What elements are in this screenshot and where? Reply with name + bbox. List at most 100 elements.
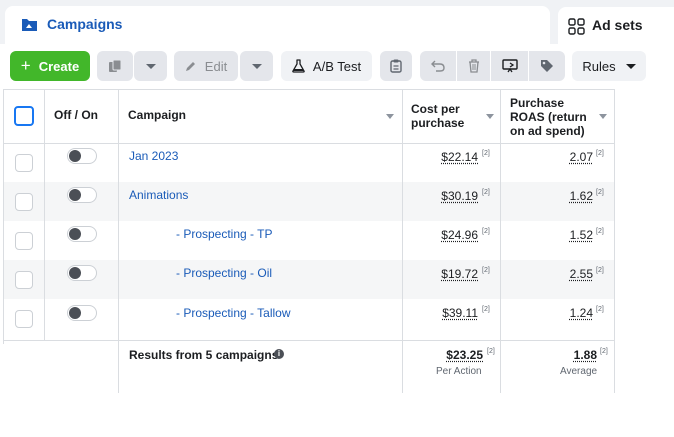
cost-per-purchase-value[interactable]: $39.11 xyxy=(442,306,478,320)
undo-icon xyxy=(431,60,445,72)
row-stripe xyxy=(3,182,615,221)
select-all-checkbox[interactable] xyxy=(14,106,34,126)
header-cost-line-1: Cost per xyxy=(411,102,460,116)
total-roas-value[interactable]: 1.88 xyxy=(574,348,597,362)
clipboard-button[interactable] xyxy=(380,51,412,81)
header-purchase-roas[interactable]: Purchase ROAS (return on ad spend) xyxy=(510,96,587,138)
header-cost-per-purchase[interactable]: Cost per purchase xyxy=(411,102,464,130)
delete-button[interactable] xyxy=(457,51,490,81)
row-checkbox[interactable] xyxy=(15,271,33,289)
footnote-ref: [2] xyxy=(482,267,490,274)
divider xyxy=(614,89,615,393)
cost-per-purchase-value[interactable]: $19.72 xyxy=(441,267,478,281)
row-checkbox[interactable] xyxy=(15,193,33,211)
create-button-label: Create xyxy=(38,58,80,74)
plus-icon: + xyxy=(20,56,31,75)
trash-icon xyxy=(468,59,479,73)
header-off-on: Off / On xyxy=(54,108,98,122)
chevron-down-icon xyxy=(251,63,262,69)
tab-campaigns-label: Campaigns xyxy=(47,16,123,32)
row-checkbox[interactable] xyxy=(15,310,33,328)
campaigns-panel: + Create Edit A/B Test Rules Off / On Ca… xyxy=(0,44,674,437)
divider xyxy=(3,89,4,344)
rules-button-label: Rules xyxy=(582,58,616,74)
info-icon[interactable]: i xyxy=(274,349,284,359)
roas-value[interactable]: 1.52 xyxy=(570,228,593,242)
roas-value[interactable]: 1.62 xyxy=(570,189,593,203)
toggle-knob xyxy=(69,150,81,162)
cost-per-purchase-value[interactable]: $24.96 xyxy=(441,228,478,242)
edit-dropdown-button[interactable] xyxy=(240,51,273,81)
divider xyxy=(118,89,119,393)
campaign-toggle[interactable] xyxy=(67,305,97,321)
campaign-name-link[interactable]: - Prospecting - Oil xyxy=(176,266,272,280)
campaign-name-link[interactable]: - Prospecting - TP xyxy=(176,227,272,241)
tab-ad-sets[interactable]: Ad sets xyxy=(558,7,674,45)
roas-value[interactable]: 2.55 xyxy=(570,267,593,281)
campaign-name-link[interactable]: Jan 2023 xyxy=(129,149,178,163)
cost-per-purchase-value[interactable]: $22.14 xyxy=(441,150,478,164)
footnote-ref: [2] xyxy=(596,189,604,196)
campaign-toggle[interactable] xyxy=(67,226,97,242)
header-campaign[interactable]: Campaign xyxy=(128,108,186,122)
footnote-ref: [2] xyxy=(487,348,495,355)
footnote-ref: [2] xyxy=(596,228,604,235)
total-cost-value[interactable]: $23.25 xyxy=(446,348,483,362)
pencil-icon xyxy=(185,62,195,71)
toggle-knob xyxy=(69,228,81,240)
footnote-ref: [2] xyxy=(596,150,604,157)
tab-ad-sets-label: Ad sets xyxy=(592,17,643,33)
folder-icon xyxy=(22,19,37,31)
toggle-knob xyxy=(69,307,81,319)
toggle-knob xyxy=(69,267,81,279)
divider xyxy=(3,89,615,90)
divider xyxy=(3,340,615,341)
edit-button[interactable]: Edit xyxy=(174,51,238,81)
preview-button[interactable] xyxy=(491,51,528,81)
create-button[interactable]: + Create xyxy=(10,51,90,81)
roas-value[interactable]: 1.24 xyxy=(570,306,593,320)
toggle-knob xyxy=(69,189,81,201)
divider xyxy=(500,89,501,393)
campaign-name-link[interactable]: - Prospecting - Tallow xyxy=(176,306,291,320)
header-roas-line-3: on ad spend) xyxy=(510,124,585,138)
footnote-ref: [2] xyxy=(482,150,490,157)
divider xyxy=(402,89,403,393)
footnote-ref: [2] xyxy=(482,306,490,313)
header-roas-line-2: ROAS (return xyxy=(510,110,587,124)
campaign-toggle[interactable] xyxy=(67,265,97,281)
ab-test-button[interactable]: A/B Test xyxy=(281,51,372,81)
divider xyxy=(44,89,45,341)
edit-button-label: Edit xyxy=(204,58,228,74)
cost-per-purchase-value[interactable]: $30.19 xyxy=(441,189,478,203)
totals-label: Results from 5 campaigns xyxy=(129,348,279,362)
footnote-ref: [2] xyxy=(482,189,490,196)
campaign-toggle[interactable] xyxy=(67,187,97,203)
footnote-ref: [2] xyxy=(596,267,604,274)
sort-caret-icon[interactable] xyxy=(599,114,607,119)
sort-caret-icon[interactable] xyxy=(486,114,494,119)
footnote-ref: [2] xyxy=(600,348,608,355)
rules-button[interactable]: Rules xyxy=(572,51,646,81)
row-checkbox[interactable] xyxy=(15,154,33,172)
undo-button[interactable] xyxy=(420,51,456,81)
total-roas-note: Average xyxy=(560,366,598,377)
sort-caret-icon[interactable] xyxy=(386,114,394,119)
campaign-toggle[interactable] xyxy=(67,148,97,164)
total-cost-note: Per Action xyxy=(436,366,482,377)
roas-value[interactable]: 2.07 xyxy=(570,150,593,164)
duplicate-dropdown-button[interactable] xyxy=(134,51,167,81)
duplicate-button[interactable] xyxy=(97,51,133,81)
divider xyxy=(3,143,615,144)
tag-button[interactable] xyxy=(529,51,565,81)
ad-sets-grid-icon xyxy=(568,18,585,35)
row-stripe xyxy=(3,260,615,299)
ab-test-button-label: A/B Test xyxy=(312,58,362,74)
flask-icon xyxy=(292,59,305,73)
chevron-down-icon xyxy=(145,63,156,69)
campaign-name-link[interactable]: Animations xyxy=(129,188,188,202)
header-cost-line-2: purchase xyxy=(411,116,465,130)
clipboard-icon xyxy=(390,59,402,73)
header-roas-line-1: Purchase xyxy=(510,96,565,110)
row-checkbox[interactable] xyxy=(15,232,33,250)
